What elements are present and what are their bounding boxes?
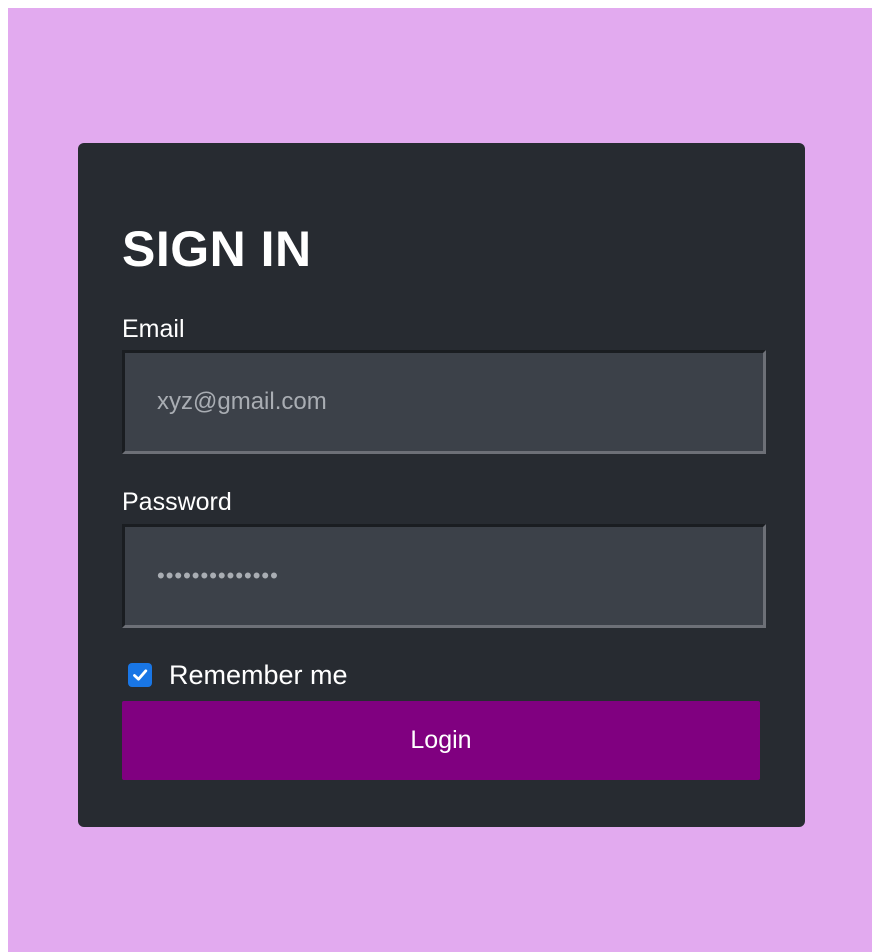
page-background: SIGN IN Email Password •••••••••••••• Re…: [8, 8, 872, 952]
password-field[interactable]: ••••••••••••••: [122, 524, 766, 628]
remember-me-checkbox[interactable]: [128, 663, 152, 687]
login-button[interactable]: Login: [122, 701, 760, 780]
email-label: Email: [122, 315, 185, 343]
password-mask: ••••••••••••••: [157, 563, 279, 588]
remember-me-label: Remember me: [169, 660, 348, 690]
page-title: SIGN IN: [122, 221, 312, 277]
email-field[interactable]: [122, 350, 766, 454]
remember-me-row[interactable]: Remember me: [128, 659, 348, 691]
sign-in-card: SIGN IN Email Password •••••••••••••• Re…: [78, 143, 805, 827]
password-label: Password: [122, 488, 232, 516]
checkmark-icon: [133, 669, 148, 681]
